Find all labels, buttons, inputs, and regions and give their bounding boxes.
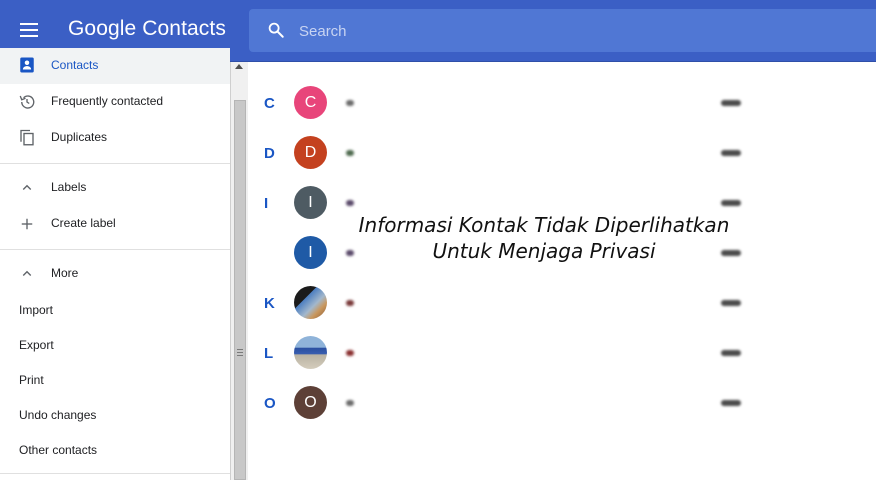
- divider: [0, 163, 230, 164]
- app-title: Google Contacts: [68, 17, 226, 40]
- sidebar-item-duplicates[interactable]: Duplicates: [0, 120, 230, 156]
- sidebar-item-label: Frequently contacted: [51, 94, 164, 108]
- divider: [0, 473, 230, 474]
- labels-section-label: Labels: [51, 180, 87, 194]
- plus-icon: [21, 218, 33, 230]
- avatar[interactable]: D: [294, 136, 327, 169]
- create-label-button[interactable]: Create label: [0, 206, 230, 242]
- history-icon: [19, 95, 35, 109]
- privacy-overlay-caption: Informasi Kontak Tidak Diperlihatkan Unt…: [348, 212, 740, 264]
- more-item-print[interactable]: Print: [19, 373, 44, 387]
- overlay-line-2: Untuk Menjaga Privasi: [432, 239, 656, 263]
- avatar[interactable]: C: [294, 86, 327, 119]
- more-item-other-contacts[interactable]: Other contacts: [19, 443, 97, 457]
- person-icon: [20, 57, 34, 73]
- contact-name-redacted[interactable]: [346, 150, 354, 156]
- contact-phone-redacted: [721, 400, 741, 406]
- avatar[interactable]: I: [294, 236, 327, 269]
- section-letter: K: [264, 295, 275, 312]
- sidebar-item-label: Duplicates: [51, 130, 108, 144]
- more-section-toggle[interactable]: More: [0, 256, 230, 292]
- search-bar[interactable]: [249, 9, 876, 52]
- contact-name-redacted[interactable]: [346, 300, 354, 306]
- contact-name-redacted[interactable]: [346, 350, 354, 356]
- search-icon[interactable]: [267, 21, 285, 39]
- contact-name-redacted[interactable]: [346, 400, 354, 406]
- contact-phone-redacted: [721, 300, 741, 306]
- more-item-export[interactable]: Export: [19, 338, 54, 352]
- section-letter: C: [264, 95, 275, 112]
- section-letter: D: [264, 145, 275, 162]
- contact-phone-redacted: [721, 350, 741, 356]
- scroll-thumb[interactable]: [234, 100, 246, 480]
- section-letter: O: [264, 395, 276, 412]
- section-letter: I: [264, 195, 269, 212]
- more-item-import[interactable]: Import: [19, 303, 53, 317]
- more-item-undo-changes[interactable]: Undo changes: [19, 408, 96, 422]
- sidebar-scrollbar[interactable]: [230, 62, 248, 480]
- section-letter: L: [264, 345, 274, 362]
- avatar-photo[interactable]: [294, 336, 327, 369]
- contact-list: C C D D I I I K L O O Informasi Kontak T…: [248, 62, 876, 480]
- sidebar-item-label: Contacts: [51, 58, 99, 72]
- avatar-photo[interactable]: [294, 286, 327, 319]
- chevron-up-icon: [22, 184, 32, 190]
- sidebar-item-contacts[interactable]: Contacts: [0, 48, 230, 84]
- contact-phone-redacted: [721, 200, 741, 206]
- divider: [0, 249, 230, 250]
- chevron-up-icon: [22, 270, 32, 276]
- create-label-text: Create label: [51, 216, 116, 230]
- scroll-up-arrow-icon[interactable]: [235, 64, 243, 69]
- hamburger-menu-icon[interactable]: [16, 19, 42, 41]
- contact-phone-redacted: [721, 150, 741, 156]
- avatar[interactable]: I: [294, 186, 327, 219]
- sidebar-item-frequently-contacted[interactable]: Frequently contacted: [0, 84, 230, 120]
- contact-name-redacted[interactable]: [346, 200, 354, 206]
- contact-name-redacted[interactable]: [346, 100, 354, 106]
- avatar[interactable]: O: [294, 386, 327, 419]
- more-section-label: More: [51, 266, 79, 280]
- search-input[interactable]: [299, 19, 699, 43]
- labels-section-toggle[interactable]: Labels: [0, 170, 230, 206]
- contact-phone-redacted: [721, 100, 741, 106]
- sidebar: Contacts Frequently contacted Duplicates…: [0, 48, 230, 480]
- copy-icon: [20, 129, 34, 146]
- overlay-line-1: Informasi Kontak Tidak Diperlihatkan: [358, 213, 730, 237]
